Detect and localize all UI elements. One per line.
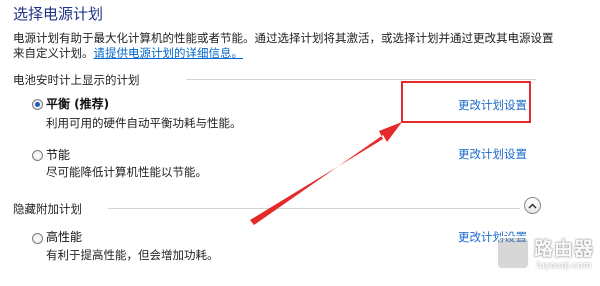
watermark-url: luyouqi.com [536,261,592,271]
router-logo-icon [495,235,530,270]
watermark-text: 路由器 [533,238,594,260]
watermark: 路由器 luyouqi.com [495,234,594,271]
